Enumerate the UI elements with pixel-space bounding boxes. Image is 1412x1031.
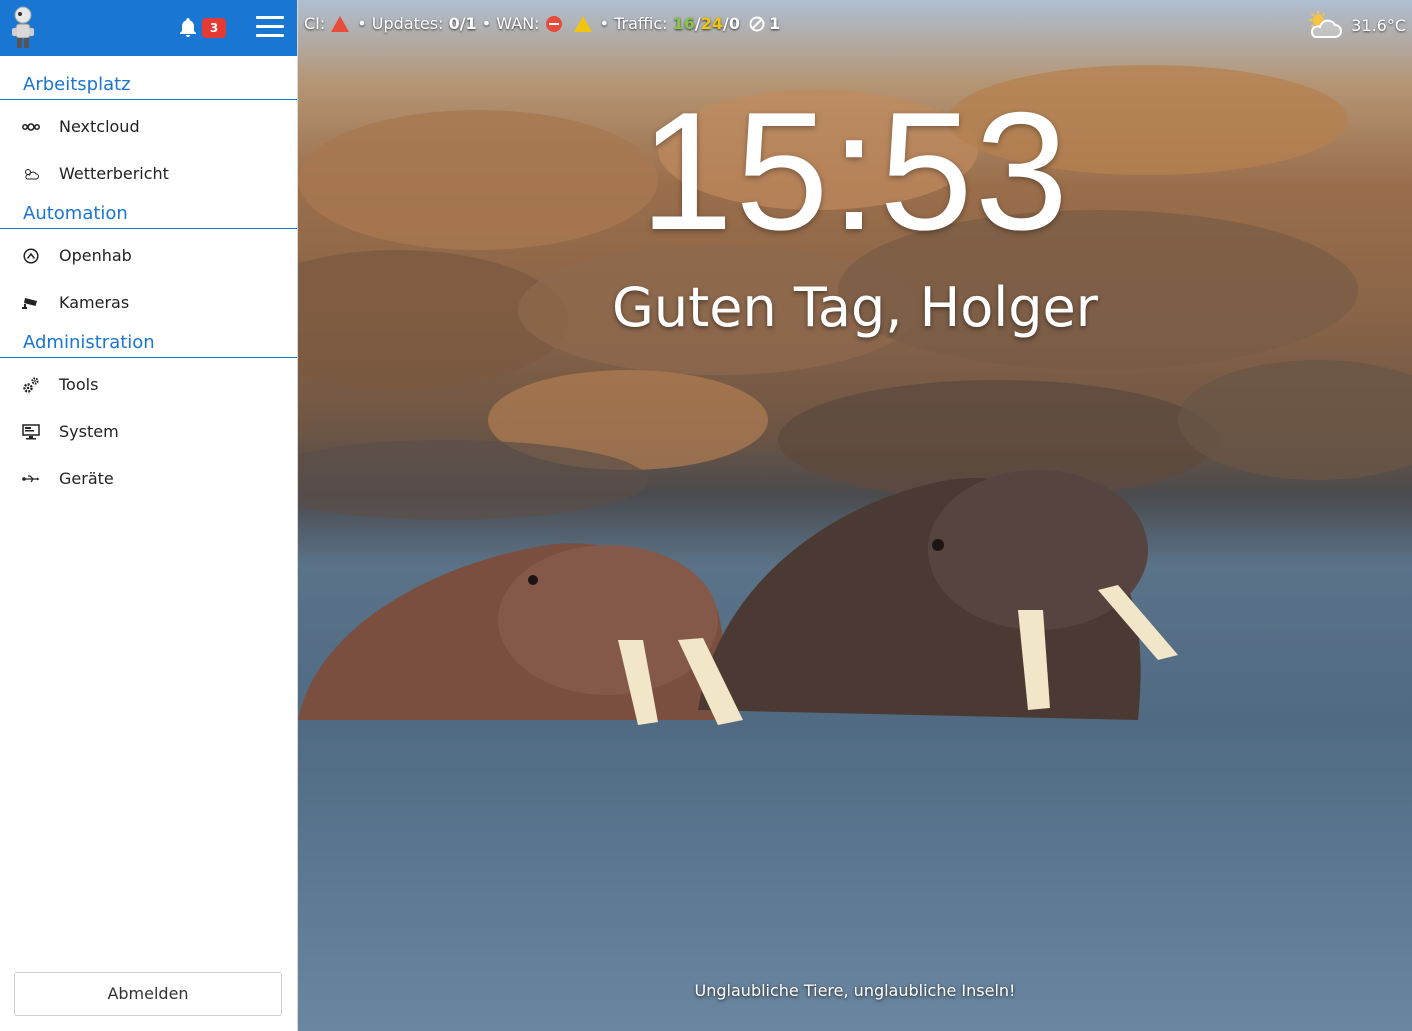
nav-item-label: Openhab bbox=[59, 246, 132, 265]
nav-item-system[interactable]: System bbox=[0, 408, 297, 455]
nav-item-label: System bbox=[59, 422, 119, 441]
traffic-label: • Traffic: bbox=[599, 14, 668, 33]
weather-widget[interactable]: 31.6°C bbox=[1305, 10, 1406, 40]
notification-badge[interactable]: 3 bbox=[202, 18, 226, 38]
traffic-yellow-value[interactable]: 24 bbox=[701, 14, 723, 33]
updates-label: • Updates: bbox=[357, 14, 444, 33]
nav-item-label: Tools bbox=[59, 375, 99, 394]
status-bar: CI: • Updates: 0/1 • WAN: • Traffic: 16 /… bbox=[304, 14, 780, 33]
section-title-arbeitsplatz: Arbeitsplatz bbox=[0, 70, 297, 100]
sidebar-header: 3 bbox=[0, 0, 297, 56]
openhab-icon bbox=[22, 247, 40, 265]
robot-logo-icon[interactable] bbox=[8, 4, 38, 50]
updates-value[interactable]: 0/1 bbox=[449, 14, 477, 33]
logout-button[interactable]: Abmelden bbox=[14, 972, 282, 1016]
wan-label: • WAN: bbox=[481, 14, 540, 33]
nav-item-label: Kameras bbox=[59, 293, 130, 312]
gears-icon bbox=[22, 376, 40, 394]
temperature-value: 31.6°C bbox=[1351, 15, 1406, 35]
sidebar: 3 Arbeitsplatz Nextcloud Wetterbericht A… bbox=[0, 0, 298, 1031]
section-title-administration: Administration bbox=[0, 328, 297, 358]
nav-item-wetterbericht[interactable]: Wetterbericht bbox=[0, 150, 297, 197]
ci-warning-icon[interactable] bbox=[331, 15, 350, 32]
nav-item-openhab[interactable]: Openhab bbox=[0, 232, 297, 279]
monitor-icon bbox=[22, 423, 40, 441]
nav-item-label: Nextcloud bbox=[59, 117, 140, 136]
clock: 15:53 bbox=[639, 77, 1071, 265]
nav-item-kameras[interactable]: Kameras bbox=[0, 279, 297, 326]
image-caption: Unglaubliche Tiere, unglaubliche Inseln! bbox=[694, 981, 1016, 1000]
blocked-icon bbox=[749, 16, 765, 31]
background-image-area: CI: • Updates: 0/1 • WAN: • Traffic: 16 /… bbox=[298, 0, 1412, 1031]
traffic-rest-value[interactable]: /0 bbox=[723, 14, 740, 33]
nav-item-geraete[interactable]: Geräte bbox=[0, 455, 297, 502]
blocked-value[interactable]: 1 bbox=[769, 14, 780, 33]
weather-icon bbox=[22, 165, 40, 183]
section-title-automation: Automation bbox=[0, 199, 297, 229]
greeting: Guten Tag, Holger bbox=[612, 276, 1098, 339]
bell-icon[interactable] bbox=[176, 16, 200, 40]
partly-cloudy-icon bbox=[1309, 11, 1343, 38]
nav-item-label: Geräte bbox=[59, 469, 114, 488]
traffic-green-value[interactable]: 16 bbox=[673, 14, 695, 33]
camera-icon bbox=[22, 294, 40, 312]
nav-item-nextcloud[interactable]: Nextcloud bbox=[0, 103, 297, 150]
nav-item-tools[interactable]: Tools bbox=[0, 361, 297, 408]
wan-warning-icon[interactable] bbox=[573, 15, 592, 32]
nextcloud-icon bbox=[22, 118, 40, 136]
wan-offline-icon[interactable] bbox=[545, 15, 562, 32]
hamburger-menu-button[interactable] bbox=[256, 16, 284, 40]
nav-item-label: Wetterbericht bbox=[59, 164, 169, 183]
usb-icon bbox=[22, 470, 40, 488]
ci-label: CI: bbox=[304, 14, 326, 33]
walrus-photo-shapes bbox=[298, 470, 1178, 725]
